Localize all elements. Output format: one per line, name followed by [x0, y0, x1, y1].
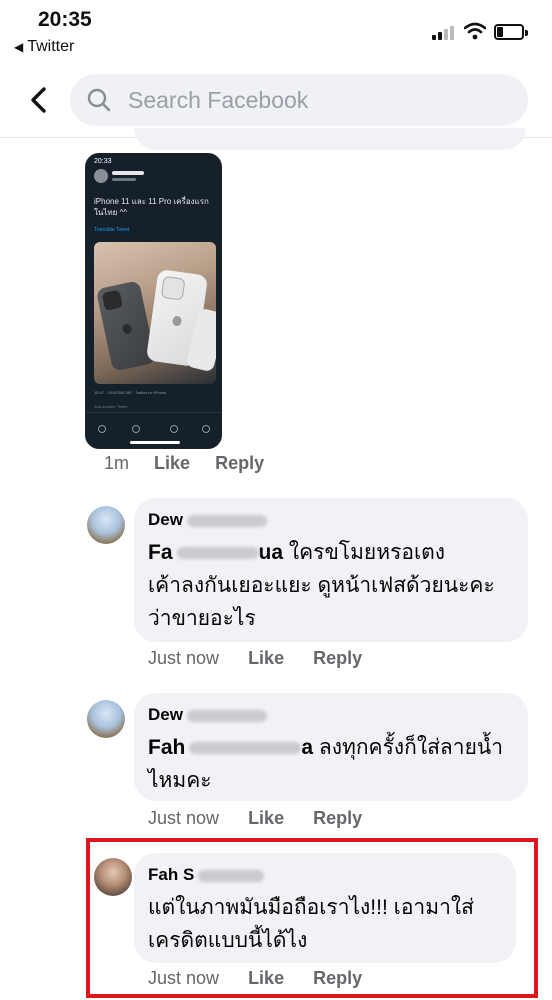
previous-comment-bubble: [134, 128, 526, 150]
like-button[interactable]: Like: [248, 648, 284, 669]
back-to-app-link[interactable]: ◀ Twitter: [14, 38, 74, 56]
comment-actions: Just now Like Reply: [148, 808, 362, 829]
status-bar: 20:35 ◀ Twitter: [0, 0, 552, 62]
search-input[interactable]: [128, 74, 508, 126]
comment-timestamp: Just now: [148, 648, 220, 668]
comment-text-line: Fa ua ใครขโมยหรอเตง: [148, 541, 446, 564]
comment-bubble: Fah S แต่ในภาพมันมือถือเราไง!!! เอามาใส่…: [134, 853, 516, 963]
comment-text-line: ไหมคะ: [148, 769, 212, 792]
avatar[interactable]: [87, 506, 125, 544]
avatar[interactable]: [87, 700, 125, 738]
comment-author[interactable]: Dew: [148, 705, 267, 725]
like-button[interactable]: Like: [154, 453, 190, 474]
search-icon: [87, 88, 111, 112]
comment-text-line: เครดิตแบบนี้ได้ไง: [148, 929, 308, 952]
avatar[interactable]: [94, 858, 132, 896]
attachment-status-time: 20:33: [94, 158, 112, 165]
comment-author[interactable]: Fah S: [148, 865, 265, 885]
attachment-translate-link: Translate Tweet: [94, 227, 130, 233]
reply-button[interactable]: Reply: [313, 808, 362, 829]
attachment-username-redacted: [112, 171, 144, 175]
attachment-reply-hint: Add another Tweet: [94, 404, 128, 409]
reply-button[interactable]: Reply: [313, 648, 362, 669]
comment-bubble: Dew Fah a ลงทุกครั้งก็ใส่ลายน้ำ ไหมคะ: [134, 693, 528, 801]
comment-text-line: Fah a ลงทุกครั้งก็ใส่ลายน้ำ: [148, 736, 504, 759]
mentioned-user[interactable]: Fah a: [148, 736, 313, 759]
comment-timestamp: Just now: [148, 808, 220, 828]
comment-text-line: ว่าขายอะไร: [148, 607, 256, 630]
reply-button[interactable]: Reply: [215, 453, 264, 474]
comment-actions: Just now Like Reply: [148, 968, 362, 989]
attachment-avatar: [94, 169, 108, 183]
search-header: [0, 62, 552, 138]
comment-timestamp: 1m: [104, 453, 130, 473]
comment-text-line: แต่ในภาพมันมือถือเราไง!!! เอามาใส่: [148, 896, 474, 919]
mentioned-user[interactable]: Fa ua: [148, 541, 283, 564]
search-box[interactable]: [70, 74, 528, 126]
attachment-home-indicator: [130, 441, 180, 444]
comment-text-line: เค้าลงกันเยอะแยะ ดูหน้าเฟสด้วยนะคะ: [148, 574, 495, 597]
back-triangle-icon: ◀: [14, 40, 24, 54]
status-time: 20:35: [38, 8, 92, 31]
reply-button[interactable]: Reply: [313, 968, 362, 989]
battery-icon: [494, 24, 528, 40]
attachment-actions: 1m Like Reply: [104, 453, 264, 474]
like-button[interactable]: Like: [248, 968, 284, 989]
attachment-tweet-text: iPhone 11 และ 11 Pro เครื่องแรกในไทย ^^: [94, 197, 209, 217]
like-button[interactable]: Like: [248, 808, 284, 829]
cellular-signal-icon: [432, 26, 458, 40]
comment-actions: Just now Like Reply: [148, 648, 362, 669]
comment-image-attachment[interactable]: 20:33 iPhone 11 และ 11 Pro เครื่องแรกในไ…: [85, 153, 222, 449]
attachment-iphone-photo: [94, 242, 216, 384]
back-app-label: Twitter: [27, 38, 75, 55]
wifi-icon: [464, 22, 486, 40]
dark-iphone-image: [95, 280, 157, 372]
comment-author[interactable]: Dew: [148, 510, 267, 530]
attachment-handle-redacted: [112, 178, 136, 181]
comment-bubble: Dew Fa ua ใครขโมยหรอเตง เค้าลงกันเยอะแยะ …: [134, 498, 528, 642]
comment-timestamp: Just now: [148, 968, 220, 988]
back-arrow-icon[interactable]: [24, 84, 56, 116]
attachment-tweet-meta: 15:47 · 20/9/2562 BE · Twitter for iPhon…: [94, 390, 167, 395]
